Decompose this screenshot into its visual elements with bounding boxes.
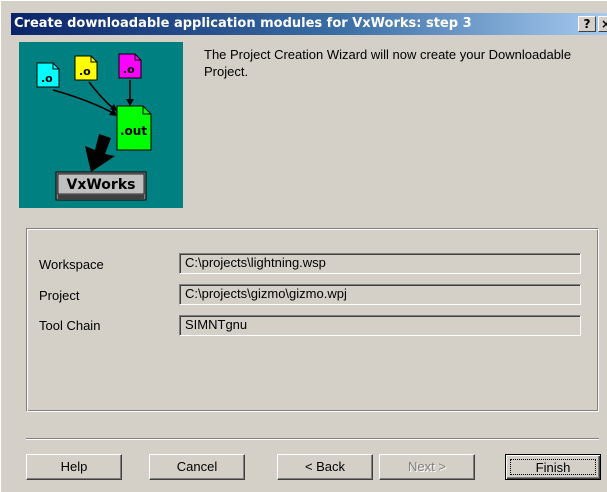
object-file-label: .o (79, 65, 91, 78)
object-file-magenta: .o (118, 53, 142, 79)
title-bar[interactable]: Create downloadable application modules … (11, 13, 607, 35)
object-file-yellow: .o (74, 55, 98, 81)
wizard-dialog: Create downloadable application modules … (0, 0, 607, 492)
finish-button[interactable]: Finish (505, 454, 601, 480)
tool-chain-field: SIMNTgnu (179, 315, 581, 336)
vxworks-label: VxWorks (67, 177, 136, 193)
back-button[interactable]: < Back (277, 454, 373, 480)
tool-chain-label: Tool Chain (39, 318, 101, 333)
button-separator (26, 438, 599, 440)
workspace-label: Workspace (39, 257, 104, 272)
output-file: .out (116, 105, 152, 151)
next-button[interactable]: Next > (379, 454, 475, 480)
wizard-illustration: .o .o .o .out VxWorks (19, 42, 183, 208)
workspace-field: C:\projects\lightning.wsp (179, 253, 581, 274)
output-file-label: .out (120, 124, 147, 138)
vxworks-target: VxWorks (55, 171, 147, 201)
help-button[interactable]: Help (26, 454, 122, 480)
finish-button-label: Finish (510, 459, 596, 475)
window-title: Create downloadable application modules … (14, 16, 472, 31)
object-file-label: .o (123, 63, 135, 76)
object-file-cyan: .o (36, 62, 60, 88)
project-label: Project (39, 288, 80, 303)
cancel-button[interactable]: Cancel (149, 454, 245, 480)
help-icon[interactable]: ? (578, 16, 596, 32)
project-field: C:\projects\gizmo\gizmo.wpj (179, 284, 581, 305)
object-file-label: .o (41, 72, 53, 85)
close-icon[interactable]: × (598, 16, 607, 32)
intro-text: The Project Creation Wizard will now cre… (204, 47, 572, 79)
